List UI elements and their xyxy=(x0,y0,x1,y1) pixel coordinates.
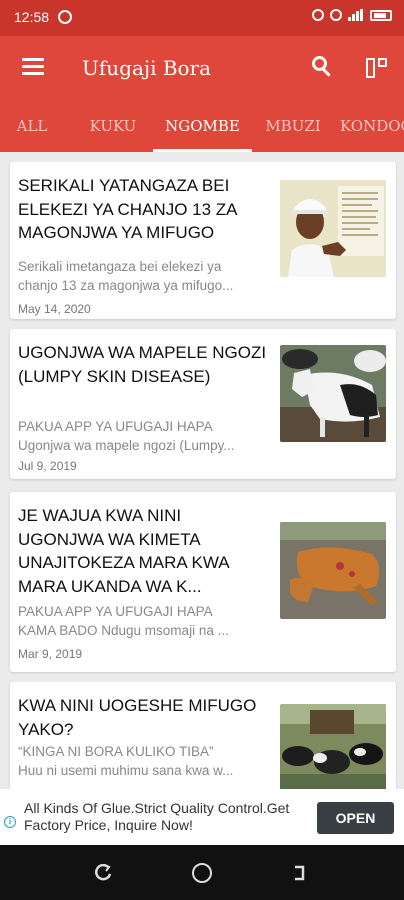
article-excerpt: PAKUA APP YA UFUGAJI HAPA Ugonjwa wa map… xyxy=(18,419,235,453)
article-card[interactable]: SERIKALI YATANGAZA BEI ELEKEZI YA CHANJO… xyxy=(10,162,396,319)
system-nav-bar xyxy=(0,845,404,900)
signal-icon xyxy=(348,9,364,21)
article-excerpt: PAKUA APP YA UFUGAJI HAPA KAMA BADO Ndug… xyxy=(18,604,229,638)
article-date: May 14, 2020 xyxy=(18,302,91,316)
ad-text: All Kinds Of Glue.Strict Quality Control… xyxy=(24,800,290,833)
article-thumbnail xyxy=(280,345,386,442)
notification-icon xyxy=(58,10,72,24)
ad-open-button[interactable]: OPEN xyxy=(317,802,394,834)
article-date: Mar 9, 2019 xyxy=(18,647,83,661)
tab-kuku[interactable]: KUKU xyxy=(78,100,148,152)
tab-mbuzi[interactable]: MBUZI xyxy=(258,100,328,152)
battery-icon xyxy=(370,9,392,21)
article-title: SERIKALI YATANGAZA BEI ELEKEZI YA CHANJO… xyxy=(18,176,237,242)
status-time: 12:58 xyxy=(14,9,50,25)
article-thumbnail xyxy=(280,704,386,789)
article-thumbnail xyxy=(280,180,386,277)
back-icon[interactable] xyxy=(95,864,113,882)
article-excerpt: Serikali imetangaza bei elekezi ya chanj… xyxy=(18,259,234,293)
article-excerpt: “KINGA NI BORA KULIKO TIBA” Huu ni usemi… xyxy=(18,744,234,778)
status-bar: 12:58 xyxy=(0,0,404,36)
article-title: JE WAJUA KWA NINI UGONJWA WA KIMETA UNAJ… xyxy=(18,506,229,596)
tab-all[interactable]: ALL xyxy=(4,100,60,152)
search-icon[interactable] xyxy=(312,56,334,78)
alarm-icon xyxy=(312,9,324,21)
article-title: UGONJWA WA MAPELE NGOZI (LUMPY SKIN DISE… xyxy=(18,343,267,386)
article-date: Jul 9, 2019 xyxy=(18,459,77,473)
tab-ngombe[interactable]: NGOMBE xyxy=(153,100,252,152)
wifi-icon xyxy=(330,9,342,21)
app-bar: Ufugaji Bora xyxy=(0,36,404,100)
status-icons xyxy=(312,9,392,21)
article-thumbnail xyxy=(280,522,386,619)
menu-icon[interactable] xyxy=(22,58,44,76)
recent-apps-icon[interactable] xyxy=(290,864,308,882)
article-list: SERIKALI YATANGAZA BEI ELEKEZI YA CHANJO… xyxy=(0,152,404,789)
ad-banner[interactable]: i All Kinds Of Glue.Strict Quality Contr… xyxy=(0,789,404,845)
article-card[interactable]: KWA NINI UOGESHE MIFUGO YAKO? “KINGA NI … xyxy=(10,682,396,789)
tab-kondoo[interactable]: KONDOO xyxy=(340,100,404,152)
layout-toggle-icon[interactable] xyxy=(364,56,388,80)
home-icon[interactable] xyxy=(192,863,212,883)
article-card[interactable]: JE WAJUA KWA NINI UGONJWA WA KIMETA UNAJ… xyxy=(10,492,396,672)
article-card[interactable]: UGONJWA WA MAPELE NGOZI (LUMPY SKIN DISE… xyxy=(10,329,396,479)
article-title: KWA NINI UOGESHE MIFUGO YAKO? xyxy=(18,696,257,739)
category-tabs: ALL KUKU NGOMBE MBUZI KONDOO xyxy=(0,100,404,152)
ad-info-icon[interactable]: i xyxy=(4,816,16,828)
app-title: Ufugaji Bora xyxy=(82,56,212,80)
